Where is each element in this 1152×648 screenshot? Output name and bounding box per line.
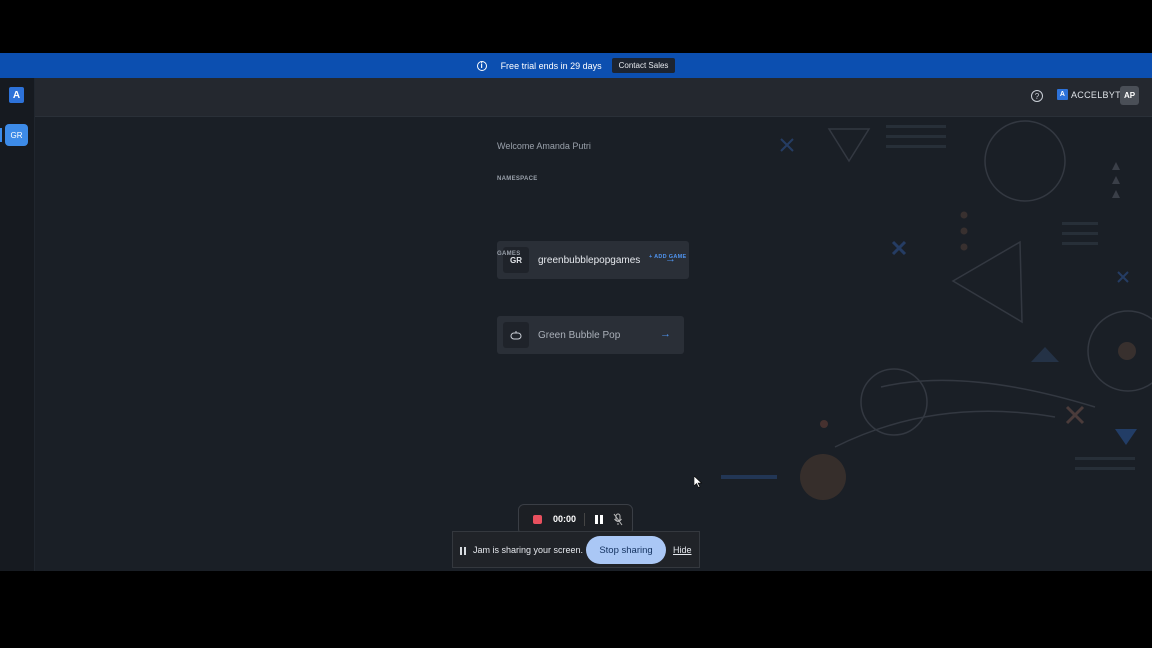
add-game-button[interactable]: + ADD GAME: [649, 254, 686, 260]
stop-sharing-button[interactable]: Stop sharing: [586, 536, 666, 564]
contact-sales-button[interactable]: Contact Sales: [611, 58, 676, 73]
game-name: Green Bubble Pop: [538, 329, 621, 341]
pause-icon[interactable]: [595, 515, 603, 524]
app-window: i Free trial ends in 29 days Contact Sal…: [0, 53, 1152, 571]
info-icon: i: [476, 60, 487, 71]
gamepad-icon: [503, 322, 529, 348]
games-label: GAMES: [497, 251, 521, 257]
arrow-right-icon: →: [660, 328, 671, 340]
recording-timer: 00:00: [553, 514, 577, 524]
namespace-label: NAMESPACE: [497, 176, 538, 182]
mic-muted-icon[interactable]: [613, 513, 623, 526]
mouse-cursor-icon: [694, 476, 702, 488]
trial-text: Free trial ends in 29 days: [500, 60, 602, 71]
namespace-name: greenbubblepopgames: [538, 254, 641, 266]
brand-mark-icon: A: [1057, 89, 1068, 100]
trial-banner: i Free trial ends in 29 days Contact Sal…: [0, 53, 1152, 78]
pause-icon: [460, 547, 466, 555]
brand-name: ACCELBYTE: [1071, 89, 1128, 100]
avatar[interactable]: AP: [1120, 86, 1139, 105]
namespace-chip[interactable]: GR: [5, 124, 28, 146]
hide-link[interactable]: Hide: [673, 545, 692, 555]
divider: [584, 513, 585, 526]
stop-recording-icon[interactable]: [533, 515, 542, 524]
top-bar: ? A ACCELBYTE AP: [35, 78, 1152, 117]
share-status-text: Jam is sharing your screen.: [473, 545, 584, 555]
welcome-text: Welcome Amanda Putri: [497, 141, 591, 151]
game-card[interactable]: Green Bubble Pop →: [497, 316, 684, 354]
screen-share-bar: Jam is sharing your screen. Stop sharing…: [452, 531, 700, 568]
sidebar: A GR: [0, 78, 35, 571]
namespace-card[interactable]: GR greenbubblepopgames →: [497, 241, 689, 279]
brand: A ACCELBYTE: [1057, 89, 1127, 100]
accelbyte-logo-icon[interactable]: A: [9, 87, 24, 103]
help-icon[interactable]: ?: [1031, 90, 1043, 102]
main-content: Welcome Amanda Putri NAMESPACE GR greenb…: [35, 117, 1152, 571]
active-indicator: [0, 128, 2, 142]
